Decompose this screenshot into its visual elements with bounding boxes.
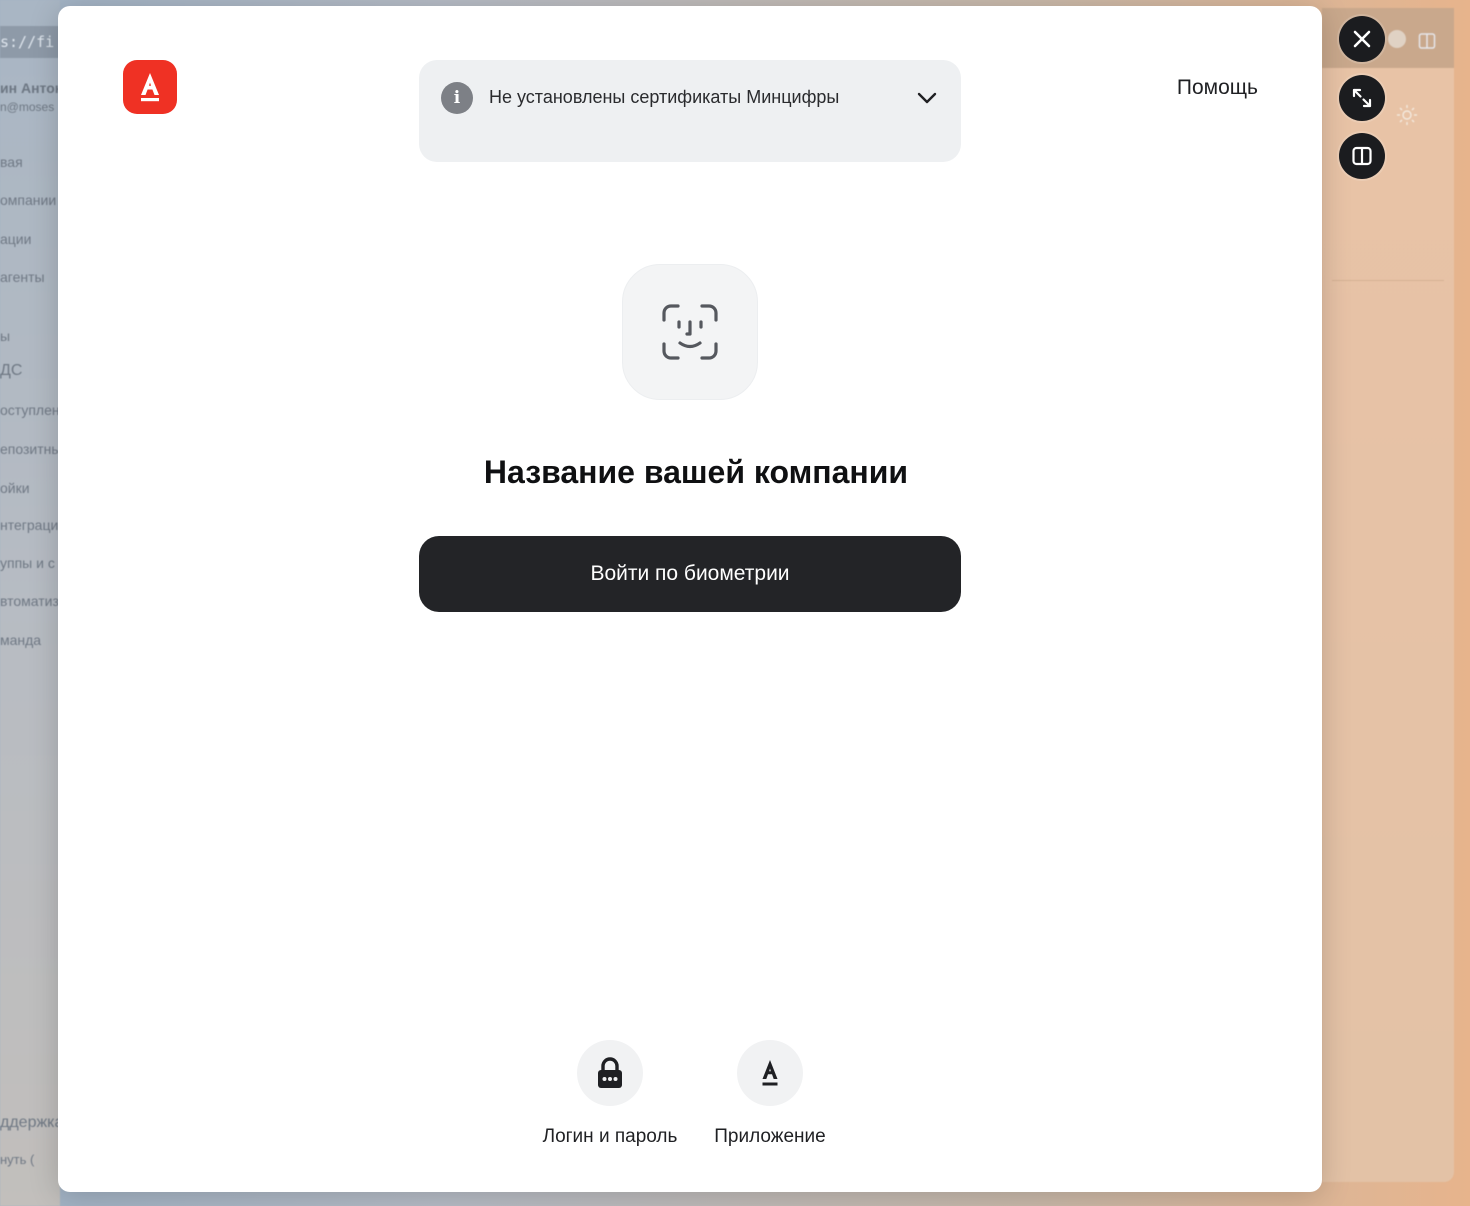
background-menu-item: вая: [0, 154, 23, 170]
background-menu-item: агенты: [0, 269, 45, 285]
app-login-option[interactable]: Приложение: [706, 1040, 834, 1148]
company-name: Название вашей компании: [483, 454, 909, 490]
split-view-icon: [1352, 146, 1372, 166]
background-support-item: ддержка: [0, 1114, 60, 1131]
background-menu-item: манда: [0, 632, 42, 648]
background-right-panel: [1322, 8, 1454, 1182]
background-user: ин Антон n@moses: [0, 78, 60, 116]
background-menu-item: ойки: [0, 480, 30, 496]
background-menu-item: ации: [0, 231, 32, 247]
background-sidebar: s://fi ин Антон n@moses вая омпании ации…: [0, 0, 60, 1206]
close-icon: [1353, 30, 1371, 48]
background-menu-item: ы: [0, 328, 11, 344]
login-modal: Помощь i Не установлены сертификаты Минц…: [58, 6, 1322, 1192]
background-url-bar: s://fi: [0, 26, 60, 58]
background-menu-item: епозитны: [0, 441, 60, 457]
close-button[interactable]: [1339, 16, 1385, 62]
background-menu-item: уппы и с: [0, 555, 55, 571]
notice-text: Не установлены сертификаты Минцифры: [489, 87, 840, 107]
background-menu-item: втоматиз: [0, 593, 59, 609]
background-menu-item: нтеграци: [0, 517, 59, 533]
background-right-area: [1322, 0, 1470, 1206]
alfa-app-icon[interactable]: [737, 1040, 803, 1106]
login-password-label: Логин и пароль: [542, 1126, 678, 1147]
info-icon: i: [441, 82, 473, 114]
background-user-email: n@moses: [0, 100, 55, 114]
background-user-name: ин Антон: [0, 80, 60, 96]
expand-button[interactable]: [1339, 75, 1385, 121]
certificate-notice[interactable]: i Не установлены сертификаты Минцифры: [419, 60, 961, 162]
expand-icon: [1352, 88, 1372, 108]
app-login-label: Приложение: [714, 1126, 826, 1147]
login-password-option[interactable]: Логин и пароль: [537, 1040, 683, 1148]
chevron-down-icon[interactable]: [915, 86, 939, 110]
face-id-icon: [662, 304, 718, 360]
background-theme-icon: [1388, 30, 1406, 48]
background-menu-item: омпании: [0, 192, 57, 208]
background-collapse-item: нуть (: [0, 1152, 35, 1167]
alfa-logo-icon: [123, 60, 177, 114]
help-link[interactable]: Помощь: [1177, 76, 1258, 100]
background-sun-icon: [1396, 104, 1418, 131]
biometric-login-button[interactable]: Войти по биометрии: [419, 536, 961, 612]
lock-icon[interactable]: [577, 1040, 643, 1106]
face-id-tile: [622, 264, 758, 400]
background-panel-icon: [1418, 32, 1436, 55]
background-menu-item: ДС: [0, 362, 23, 379]
background-divider: [1332, 280, 1444, 281]
background-menu-item: оступлен: [0, 402, 60, 418]
split-view-button[interactable]: [1339, 133, 1385, 179]
